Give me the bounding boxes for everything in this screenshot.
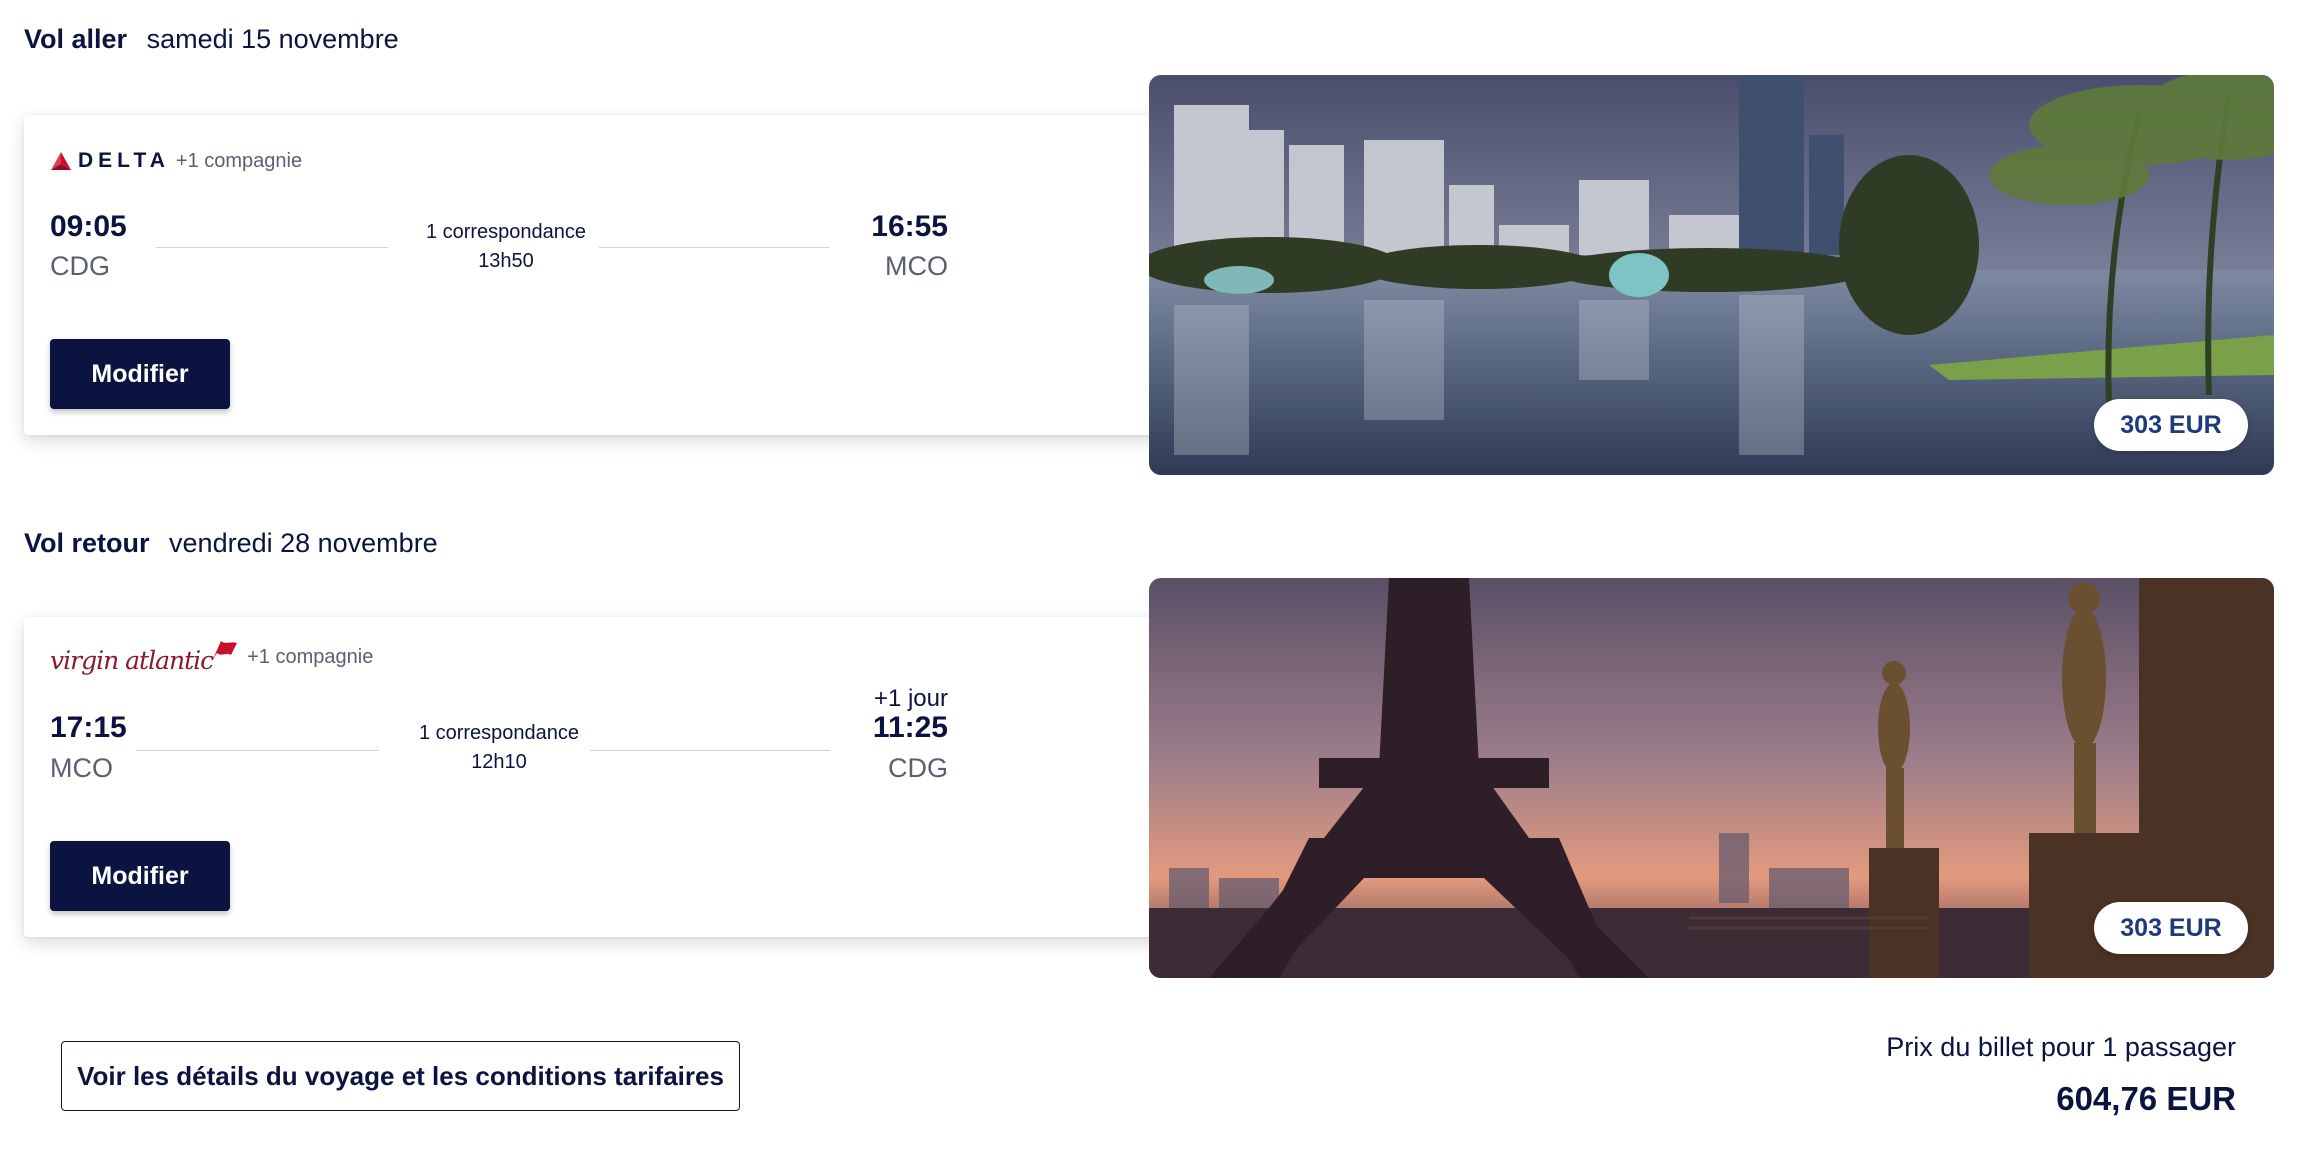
virgin-flag-icon [213,641,238,659]
total-price-label: Prix du billet pour 1 passager [1886,1032,2236,1062]
outbound-route-line-left [156,247,388,248]
delta-widget-icon [51,152,71,170]
return-arrival-airport: CDG [888,753,948,783]
return-modify-button[interactable]: Modifier [50,841,230,911]
outbound-departure-time: 09:05 [50,210,127,243]
return-arrival-time: 11:25 [872,711,948,744]
outbound-airline: DELTA +1 compagnie [50,149,302,173]
outbound-arrival-time: 16:55 [871,210,948,243]
return-connection: 1 correspondance [418,722,580,744]
outbound-title: Vol aller [24,24,128,54]
return-plus-day: +1 jour [873,685,948,712]
outbound-connection-info: 1 correspondance 13h50 [391,218,621,276]
virgin-atlantic-wordmark: virgin atlantic [50,646,214,675]
return-route-line-right [590,750,830,751]
return-departure-time: 17:15 [50,711,127,744]
return-airline: virgin atlantic +1 compagnie [50,639,373,675]
trip-details-link[interactable]: Voir les détails du voyage et les condit… [61,1041,740,1111]
delta-logo: DELTA [50,149,170,173]
return-extra-company: +1 compagnie [247,645,374,668]
total-price-value: 604,76 EUR [2056,1080,2236,1117]
return-duration: 12h10 [471,751,527,773]
outbound-departure-airport: CDG [50,251,110,281]
outbound-duration: 13h50 [478,250,534,272]
outbound-extra-company: +1 compagnie [175,149,303,172]
outbound-price-badge: 303 EUR [2094,399,2248,451]
outbound-connection: 1 correspondance [425,221,587,243]
outbound-flight-card: DELTA +1 compagnie 09:05 CDG 1 correspon… [24,115,1174,435]
outbound-arrival-airport: MCO [885,251,948,281]
return-date: vendredi 28 novembre [169,528,438,558]
outbound-date: samedi 15 novembre [146,24,399,54]
return-departure-airport: MCO [50,753,113,783]
return-route-line-left [136,750,379,751]
delta-wordmark: DELTA [78,149,170,172]
return-section-title: Vol retour vendredi 28 novembre [24,528,438,559]
return-title: Vol retour [24,528,150,558]
virgin-atlantic-logo: virgin atlantic [50,639,239,675]
outbound-destination-photo: 303 EUR [1149,75,2274,475]
return-flight-card: virgin atlantic +1 compagnie 17:15 MCO 1… [24,617,1174,937]
outbound-section-title: Vol aller samedi 15 novembre [24,24,399,55]
return-destination-photo: 303 EUR [1149,578,2274,978]
outbound-route-line-right [599,247,829,248]
return-connection-info: 1 correspondance 12h10 [384,719,614,777]
return-price-badge: 303 EUR [2094,902,2248,954]
outbound-modify-button[interactable]: Modifier [50,339,230,409]
